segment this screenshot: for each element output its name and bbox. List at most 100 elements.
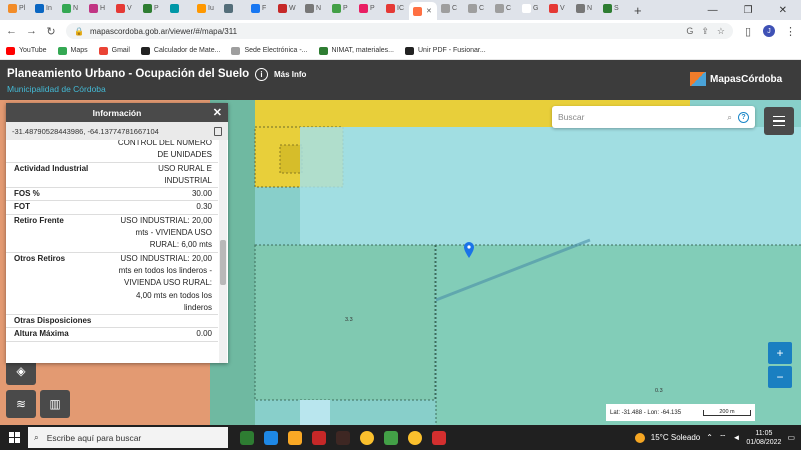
map-icon: ▥ (49, 397, 61, 411)
info-icon[interactable]: i (255, 68, 268, 81)
page-title: Planeamiento Urbano - Ocupación del Suel… (7, 68, 250, 80)
browser-tab[interactable]: C (491, 0, 518, 16)
tray-chevron-icon[interactable]: ⌃ (706, 433, 713, 442)
browser-tab[interactable]: N (572, 0, 599, 16)
bookmark-label: Sede Electrónica -... (244, 47, 308, 54)
page-subtitle: Municipalidad de Córdoba (7, 84, 106, 94)
browser-tab[interactable]: W (274, 0, 301, 16)
browser-menu-icon[interactable]: ⋮ (785, 25, 796, 38)
share-icon[interactable]: ⇪ (701, 26, 709, 37)
tab-close-icon[interactable]: ✕ (426, 7, 432, 15)
excel-app-icon[interactable] (384, 430, 398, 445)
url-field[interactable]: 🔒 mapascordoba.gob.ar/viewer/#/mapa/311 … (66, 23, 733, 39)
autocad-app-icon[interactable] (312, 430, 326, 445)
table-row: Otras Disposiciones (6, 315, 218, 329)
scrollbar[interactable] (219, 140, 227, 363)
minimize-icon[interactable]: — (708, 5, 718, 16)
search-icon[interactable]: ⌕ (727, 112, 732, 123)
bookmark-item[interactable]: Unir PDF - Fusionar... (405, 46, 486, 55)
start-button[interactable] (0, 425, 28, 450)
help-icon[interactable]: ? (738, 111, 749, 123)
browser-tab-strip: Pl In N H V P Iu F W N P P IC ✕ C C C G V N S + — ❐ ✕ (0, 0, 801, 20)
bookmark-item[interactable]: YouTube (6, 46, 47, 55)
forward-icon[interactable]: → (26, 25, 37, 37)
coordinates-text: -31.48790528443986, -64.13774781667104 (12, 126, 159, 136)
browser-tab[interactable]: V (545, 0, 572, 16)
browser-tab[interactable]: P (355, 0, 382, 16)
browser-tab[interactable]: N (58, 0, 85, 16)
basemap-button[interactable]: ▥ (40, 390, 70, 418)
browser-tab[interactable]: N (301, 0, 328, 16)
browser-tab[interactable]: P (139, 0, 166, 16)
attribute-key: Actividad Industrial (14, 163, 89, 173)
illustrator-app-icon[interactable] (336, 430, 350, 445)
scrollbar-thumb[interactable] (220, 240, 226, 285)
browser-tab[interactable]: C (464, 0, 491, 16)
legend-button[interactable]: ≋ (6, 390, 36, 418)
close-window-icon[interactable]: ✕ (779, 5, 787, 16)
profile-avatar[interactable]: J (763, 25, 775, 37)
bookmark-item[interactable]: Maps (57, 46, 88, 55)
volume-icon[interactable]: ◄ (732, 433, 740, 442)
network-icon[interactable]: ⌔ (719, 433, 727, 443)
bookmark-item[interactable]: Sede Electrónica -... (231, 46, 308, 55)
clock-time: 11:05 (755, 429, 773, 437)
coordinate-readout: Lat: -31.488 - Lon: -64.135 (610, 409, 682, 416)
bookmark-label: Unir PDF - Fusionar... (418, 47, 486, 54)
translate-icon[interactable]: G (686, 26, 693, 37)
browser-tab[interactable]: V (112, 0, 139, 16)
browser-tab[interactable]: ✕ (409, 2, 437, 20)
copy-icon[interactable] (214, 126, 222, 136)
bookmark-label: YouTube (19, 47, 47, 54)
restore-icon[interactable]: ❐ (744, 5, 753, 16)
clock[interactable]: 11:05 01/08/2022 (746, 429, 781, 447)
edge-app-icon[interactable] (264, 430, 278, 445)
attribute-value: 0.30 (196, 202, 212, 212)
attribute-key: Retiro Frente (14, 215, 64, 225)
close-icon[interactable]: ✕ (213, 106, 222, 119)
new-tab-button[interactable]: + (634, 3, 654, 18)
zoom-out-button[interactable]: − (768, 366, 792, 388)
browser-tab[interactable] (166, 0, 193, 16)
tab-label: S (614, 4, 619, 12)
browser-tab[interactable]: H (85, 0, 112, 16)
sketchup-app-icon[interactable] (240, 430, 254, 445)
chrome-app-icon[interactable] (360, 430, 374, 445)
hamburger-menu-button[interactable] (764, 107, 794, 135)
back-icon[interactable]: ← (6, 25, 17, 37)
extensions-icon[interactable]: ▯ (743, 25, 753, 38)
search-input[interactable]: Buscar ⌕ ? (552, 106, 755, 128)
tab-label: In (46, 4, 52, 12)
tab-label: P (154, 4, 159, 12)
browser-tab[interactable]: P (328, 0, 355, 16)
browser-tab[interactable]: S (599, 0, 626, 16)
bookmark-star-icon[interactable]: ☆ (717, 26, 725, 37)
chrome-active-app-icon[interactable] (408, 430, 422, 445)
attribute-key: FOS % (14, 189, 40, 199)
taskbar-search-input[interactable]: ⌕ Escribe aquí para buscar (28, 427, 228, 448)
browser-tab[interactable]: C (437, 0, 464, 16)
bookmark-item[interactable]: NIMAT, materiales... (318, 46, 395, 55)
browser-tab[interactable]: G (518, 0, 545, 16)
info-panel-body[interactable]: CONTROL DEL NÚMERO DE UNIDADES Actividad … (6, 140, 228, 363)
more-info-link[interactable]: Más Info (274, 70, 306, 79)
tab-favicon-icon (278, 3, 287, 13)
bookmark-item[interactable]: Calculador de Mate... (140, 46, 220, 55)
browser-tab[interactable]: F (247, 0, 274, 16)
tab-favicon-icon (413, 6, 422, 16)
browser-tab[interactable]: Iu (193, 0, 220, 16)
weather-text[interactable]: 15°C Soleado (651, 433, 700, 442)
reload-icon[interactable]: ↻ (46, 25, 56, 38)
bookmark-label: NIMAT, materiales... (331, 47, 395, 54)
bookmark-item[interactable]: Gmail (98, 46, 130, 55)
browser-tab[interactable]: IC (382, 0, 409, 16)
browser-tab[interactable] (220, 0, 247, 16)
tab-favicon-icon (116, 3, 125, 13)
browser-tab[interactable]: In (31, 0, 58, 16)
info-panel: Información ✕ -31.48790528443986, -64.13… (6, 103, 228, 363)
explorer-app-icon[interactable] (288, 430, 302, 445)
browser-tab[interactable]: Pl (4, 0, 31, 16)
zoom-in-button[interactable]: + (768, 342, 792, 364)
acrobat-app-icon[interactable] (432, 430, 446, 445)
notifications-icon[interactable]: ▭ (787, 433, 795, 442)
